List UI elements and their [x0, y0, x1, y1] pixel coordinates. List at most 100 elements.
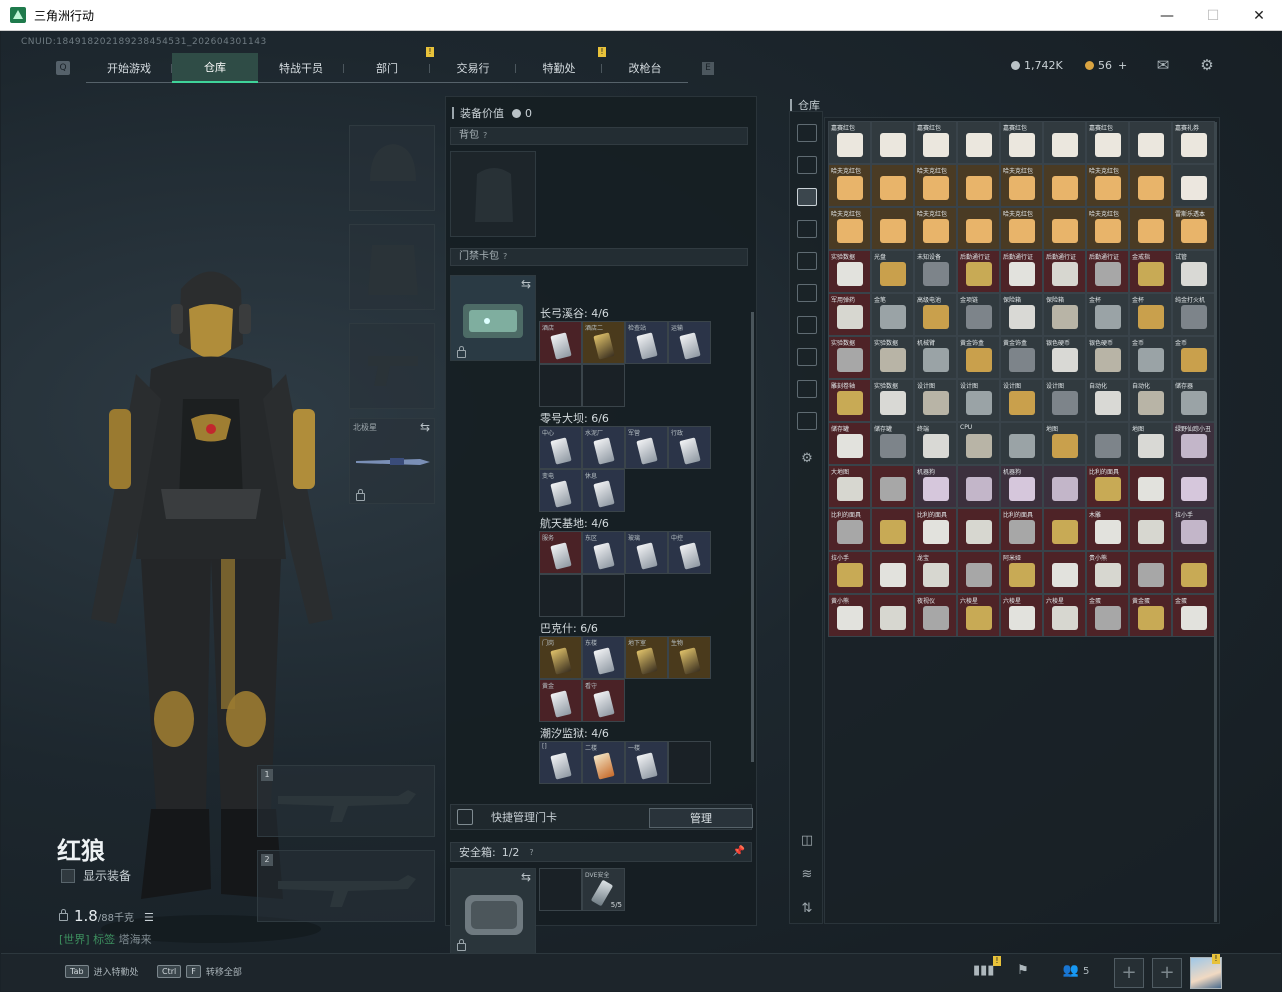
- close-button[interactable]: ✕: [1236, 0, 1282, 31]
- stash-item[interactable]: 哈夫克红包: [1086, 207, 1129, 250]
- stash-item[interactable]: 地图: [1043, 422, 1086, 465]
- stash-item[interactable]: 金杯: [1086, 293, 1129, 336]
- keycard-item[interactable]: 军营: [625, 426, 668, 469]
- keycard-item[interactable]: []: [539, 741, 582, 784]
- stash-item[interactable]: [871, 121, 914, 164]
- stash-item[interactable]: CPU: [957, 422, 1000, 465]
- stash-item[interactable]: 设计图: [914, 379, 957, 422]
- keycard-item[interactable]: 看守: [582, 679, 625, 722]
- stats-icon[interactable]: ▮▮▮: [973, 963, 994, 981]
- minimize-button[interactable]: —: [1144, 0, 1190, 31]
- stash-item[interactable]: 金币: [1129, 336, 1172, 379]
- stash-item[interactable]: [1129, 551, 1172, 594]
- keycard-item[interactable]: 服务: [539, 531, 582, 574]
- keycard-item[interactable]: 水泥厂: [582, 426, 625, 469]
- keycard-item[interactable]: 中心: [539, 426, 582, 469]
- stash-item[interactable]: 实验数据: [871, 336, 914, 379]
- stash-page-9-icon[interactable]: [797, 380, 817, 398]
- keycard-item[interactable]: 地下室: [625, 636, 668, 679]
- help-icon[interactable]: ?: [483, 131, 487, 140]
- stash-item[interactable]: [1086, 422, 1129, 465]
- stash-item[interactable]: [1172, 465, 1215, 508]
- stash-item[interactable]: [1043, 164, 1086, 207]
- help-icon[interactable]: ?: [503, 252, 507, 261]
- stash-item[interactable]: 木雕: [1086, 508, 1129, 551]
- empty-card-slot[interactable]: [539, 574, 582, 617]
- stash-item[interactable]: 哈夫克红包: [828, 164, 871, 207]
- stash-item[interactable]: 夜视仪: [914, 594, 957, 637]
- tab-gunsmith[interactable]: 改枪台: [602, 53, 688, 83]
- stash-item[interactable]: 嘉赛礼券: [1172, 121, 1215, 164]
- stash-item[interactable]: 黄金饰盒: [1000, 336, 1043, 379]
- show-equipment-checkbox[interactable]: [61, 868, 75, 883]
- keycard-item[interactable]: 休息: [582, 469, 625, 512]
- stash-item[interactable]: 机器狗: [914, 465, 957, 508]
- list-icon[interactable]: ☰: [144, 911, 154, 924]
- manage-button[interactable]: 管理: [649, 808, 753, 828]
- maximize-button[interactable]: ☐: [1190, 0, 1236, 31]
- stash-item[interactable]: 哈夫克红包: [914, 164, 957, 207]
- stash-item[interactable]: 机器狗: [1000, 465, 1043, 508]
- stash-item[interactable]: 黄金饰盒: [957, 336, 1000, 379]
- tab-department[interactable]: 部门!: [344, 47, 434, 83]
- stash-sort-icon[interactable]: ⇅: [797, 900, 817, 918]
- stash-photo-icon[interactable]: ◫: [797, 832, 817, 850]
- stash-item[interactable]: [1129, 508, 1172, 551]
- keycard-item[interactable]: 酒店: [539, 321, 582, 364]
- stash-item[interactable]: 高级电池: [914, 293, 957, 336]
- stash-item[interactable]: 金币: [1172, 336, 1215, 379]
- empty-safebox-slot[interactable]: [539, 868, 582, 911]
- primary-weapon-slot[interactable]: 1: [257, 765, 435, 837]
- add-gold-button[interactable]: +: [1118, 59, 1127, 72]
- stash-item[interactable]: 比利的面具: [914, 508, 957, 551]
- stash-item[interactable]: 纯金打火机: [1172, 293, 1215, 336]
- stash-item[interactable]: 比利的面具: [1000, 508, 1043, 551]
- stash-item[interactable]: 金戒指: [1129, 250, 1172, 293]
- team-slot-add[interactable]: +: [1114, 958, 1144, 988]
- stash-item[interactable]: 金笔: [871, 293, 914, 336]
- stash-item[interactable]: [1043, 121, 1086, 164]
- stash-page-2-icon[interactable]: [797, 156, 817, 174]
- stash-item[interactable]: 雕刻卷轴: [828, 379, 871, 422]
- keycard-item[interactable]: 中控: [668, 531, 711, 574]
- hint-transfer-all[interactable]: Ctrl F 转移全部: [157, 965, 242, 978]
- stash-settings-icon[interactable]: ⚙: [797, 450, 817, 468]
- stash-item[interactable]: 拉小手: [828, 551, 871, 594]
- empty-card-slot[interactable]: [582, 364, 625, 407]
- stash-item[interactable]: 设计图: [957, 379, 1000, 422]
- stash-item[interactable]: 金蛋: [1172, 594, 1215, 637]
- stash-item[interactable]: 哈夫克红包: [828, 207, 871, 250]
- keycard-case-slot[interactable]: ⇆: [450, 275, 536, 361]
- stash-item[interactable]: 龙宝: [914, 551, 957, 594]
- stash-item[interactable]: [1000, 422, 1043, 465]
- hint-enter-special-ops[interactable]: Tab 进入特勤处: [65, 965, 139, 978]
- stash-item[interactable]: 实验数据: [871, 379, 914, 422]
- keycard-item[interactable]: 东楼: [582, 636, 625, 679]
- stash-item[interactable]: [871, 207, 914, 250]
- stash-item[interactable]: 金蛋: [1086, 594, 1129, 637]
- stash-item[interactable]: [1129, 164, 1172, 207]
- melee-slot[interactable]: 北极星 ⇆: [349, 418, 435, 504]
- panel-scrollbar[interactable]: [751, 312, 754, 762]
- stash-item[interactable]: 军用弹药: [828, 293, 871, 336]
- stash-item[interactable]: [871, 551, 914, 594]
- keycard-item[interactable]: 酒店二: [582, 321, 625, 364]
- stash-item[interactable]: [1129, 207, 1172, 250]
- stash-item[interactable]: 后勤通行证: [1086, 250, 1129, 293]
- stash-item[interactable]: [1172, 551, 1215, 594]
- keycard-item[interactable]: 门岗: [539, 636, 582, 679]
- settings-gear-icon[interactable]: ⚙: [1197, 57, 1217, 73]
- stash-item[interactable]: 金项链: [957, 293, 1000, 336]
- stash-item[interactable]: 后勤通行证: [1043, 250, 1086, 293]
- empty-card-slot[interactable]: [582, 574, 625, 617]
- stash-item[interactable]: [1043, 551, 1086, 594]
- tab-start-game[interactable]: 开始游戏: [86, 53, 172, 83]
- stash-item[interactable]: [1043, 207, 1086, 250]
- empty-card-slot[interactable]: [539, 364, 582, 407]
- silver-currency[interactable]: 1,742K: [1011, 59, 1063, 72]
- stash-item[interactable]: 六棱星: [1000, 594, 1043, 637]
- stash-item[interactable]: 哈夫克红包: [914, 207, 957, 250]
- stash-item[interactable]: 后勤通行证: [1000, 250, 1043, 293]
- stash-item[interactable]: 保险箱: [1000, 293, 1043, 336]
- keycard-item[interactable]: 玻璃: [625, 531, 668, 574]
